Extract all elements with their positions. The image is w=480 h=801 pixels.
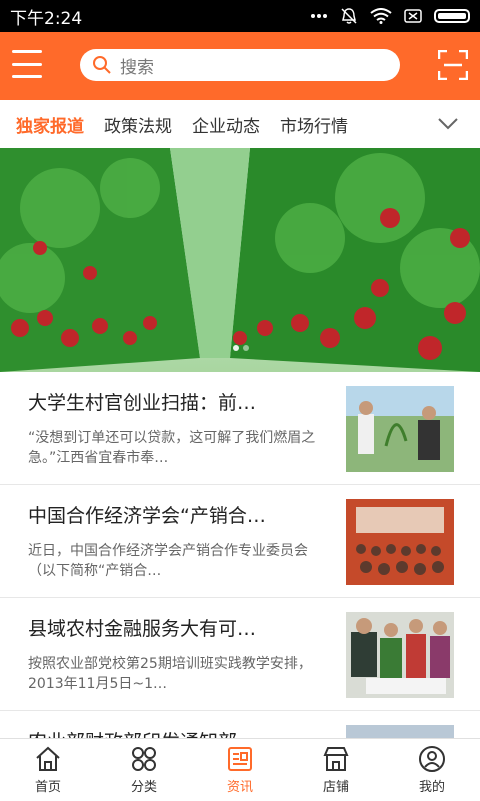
news-title: 中国合作经济学会“产销合… xyxy=(28,505,266,527)
nav-news-label: 资讯 xyxy=(226,780,253,795)
profile-icon xyxy=(419,746,445,772)
news-summary: “没想到订单还可以贷款，这可解了我们燃眉之急。”江西省宜春市奉… xyxy=(28,430,316,466)
news-item[interactable]: 大学生村官创业扫描：前… “没想到订单还可以贷款，这可解了我们燃眉之急。”江西省… xyxy=(0,372,480,485)
search-placeholder: 搜索 xyxy=(120,57,154,78)
category-tabs: 独家报道 政策法规 企业动态 市场行情 xyxy=(0,100,480,149)
carousel-dot-2 xyxy=(243,345,249,351)
news-title: 农业部财政部印发通知部… xyxy=(28,727,318,738)
menu-icon[interactable] xyxy=(12,50,42,78)
search-input[interactable]: 搜索 xyxy=(80,49,400,81)
wifi-icon xyxy=(370,8,392,24)
news-icon xyxy=(228,747,252,771)
search-icon xyxy=(93,56,111,74)
nav-home-label: 首页 xyxy=(34,780,61,795)
scan-icon[interactable] xyxy=(438,50,468,80)
home-icon xyxy=(36,746,60,771)
news-summary: 按照农业部党校第25期培训班实践教学安排，2013年11月5日~1… xyxy=(28,656,312,692)
category-icon xyxy=(132,747,156,771)
nav-profile-label: 我的 xyxy=(418,780,445,795)
tab-company-news[interactable]: 企业动态 xyxy=(192,112,260,137)
nav-store[interactable]: 店铺 xyxy=(288,739,384,801)
status-icons xyxy=(310,7,470,25)
news-thumbnail xyxy=(346,612,454,698)
nav-store-label: 店铺 xyxy=(322,780,349,795)
nav-category-label: 分类 xyxy=(130,780,157,795)
tab-exclusive-report[interactable]: 独家报道 xyxy=(16,112,84,137)
nav-profile[interactable]: 我的 xyxy=(384,739,480,801)
more-dots-icon xyxy=(311,14,327,18)
chevron-down-icon[interactable] xyxy=(438,116,458,130)
news-title: 大学生村官创业扫描：前… xyxy=(28,392,257,414)
greenhouse-tomato-image xyxy=(0,148,480,372)
nav-home[interactable]: 首页 xyxy=(0,739,96,801)
news-summary: 近日，中国合作经济学会产销合作专业委员会（以下简称“产销合… xyxy=(28,543,308,579)
status-time: 下午2:24 xyxy=(10,8,83,29)
nav-category[interactable]: 分类 xyxy=(96,739,192,801)
tab-market[interactable]: 市场行情 xyxy=(280,112,348,137)
battery-icon xyxy=(434,9,470,23)
store-icon xyxy=(323,747,349,771)
news-list: 大学生村官创业扫描：前… “没想到订单还可以贷款，这可解了我们燃眉之急。”江西省… xyxy=(0,372,480,738)
top-header: 搜索 xyxy=(0,32,480,100)
sim-icon xyxy=(404,9,422,23)
status-bar: 下午2:24 xyxy=(0,0,480,32)
news-thumbnail xyxy=(346,386,454,472)
news-item[interactable]: 县域农村金融服务大有可… 按照农业部党校第25期培训班实践教学安排，2013年1… xyxy=(0,598,480,711)
bottom-navigation: 首页 分类 资讯 店铺 我的 xyxy=(0,738,480,801)
news-thumbnail xyxy=(346,499,454,585)
carousel-dot-1 xyxy=(233,345,239,351)
news-title: 县域农村金融服务大有可… xyxy=(28,618,257,640)
nav-news[interactable]: 资讯 xyxy=(192,739,288,801)
tab-policy[interactable]: 政策法规 xyxy=(104,112,172,137)
news-item[interactable]: 中国合作经济学会“产销合… 近日，中国合作经济学会产销合作专业委员会（以下简称“… xyxy=(0,485,480,598)
mute-bell-icon xyxy=(341,8,357,24)
banner-image[interactable] xyxy=(0,148,480,372)
news-thumbnail xyxy=(346,725,454,738)
news-item[interactable]: 农业部财政部印发通知部… xyxy=(0,711,480,738)
